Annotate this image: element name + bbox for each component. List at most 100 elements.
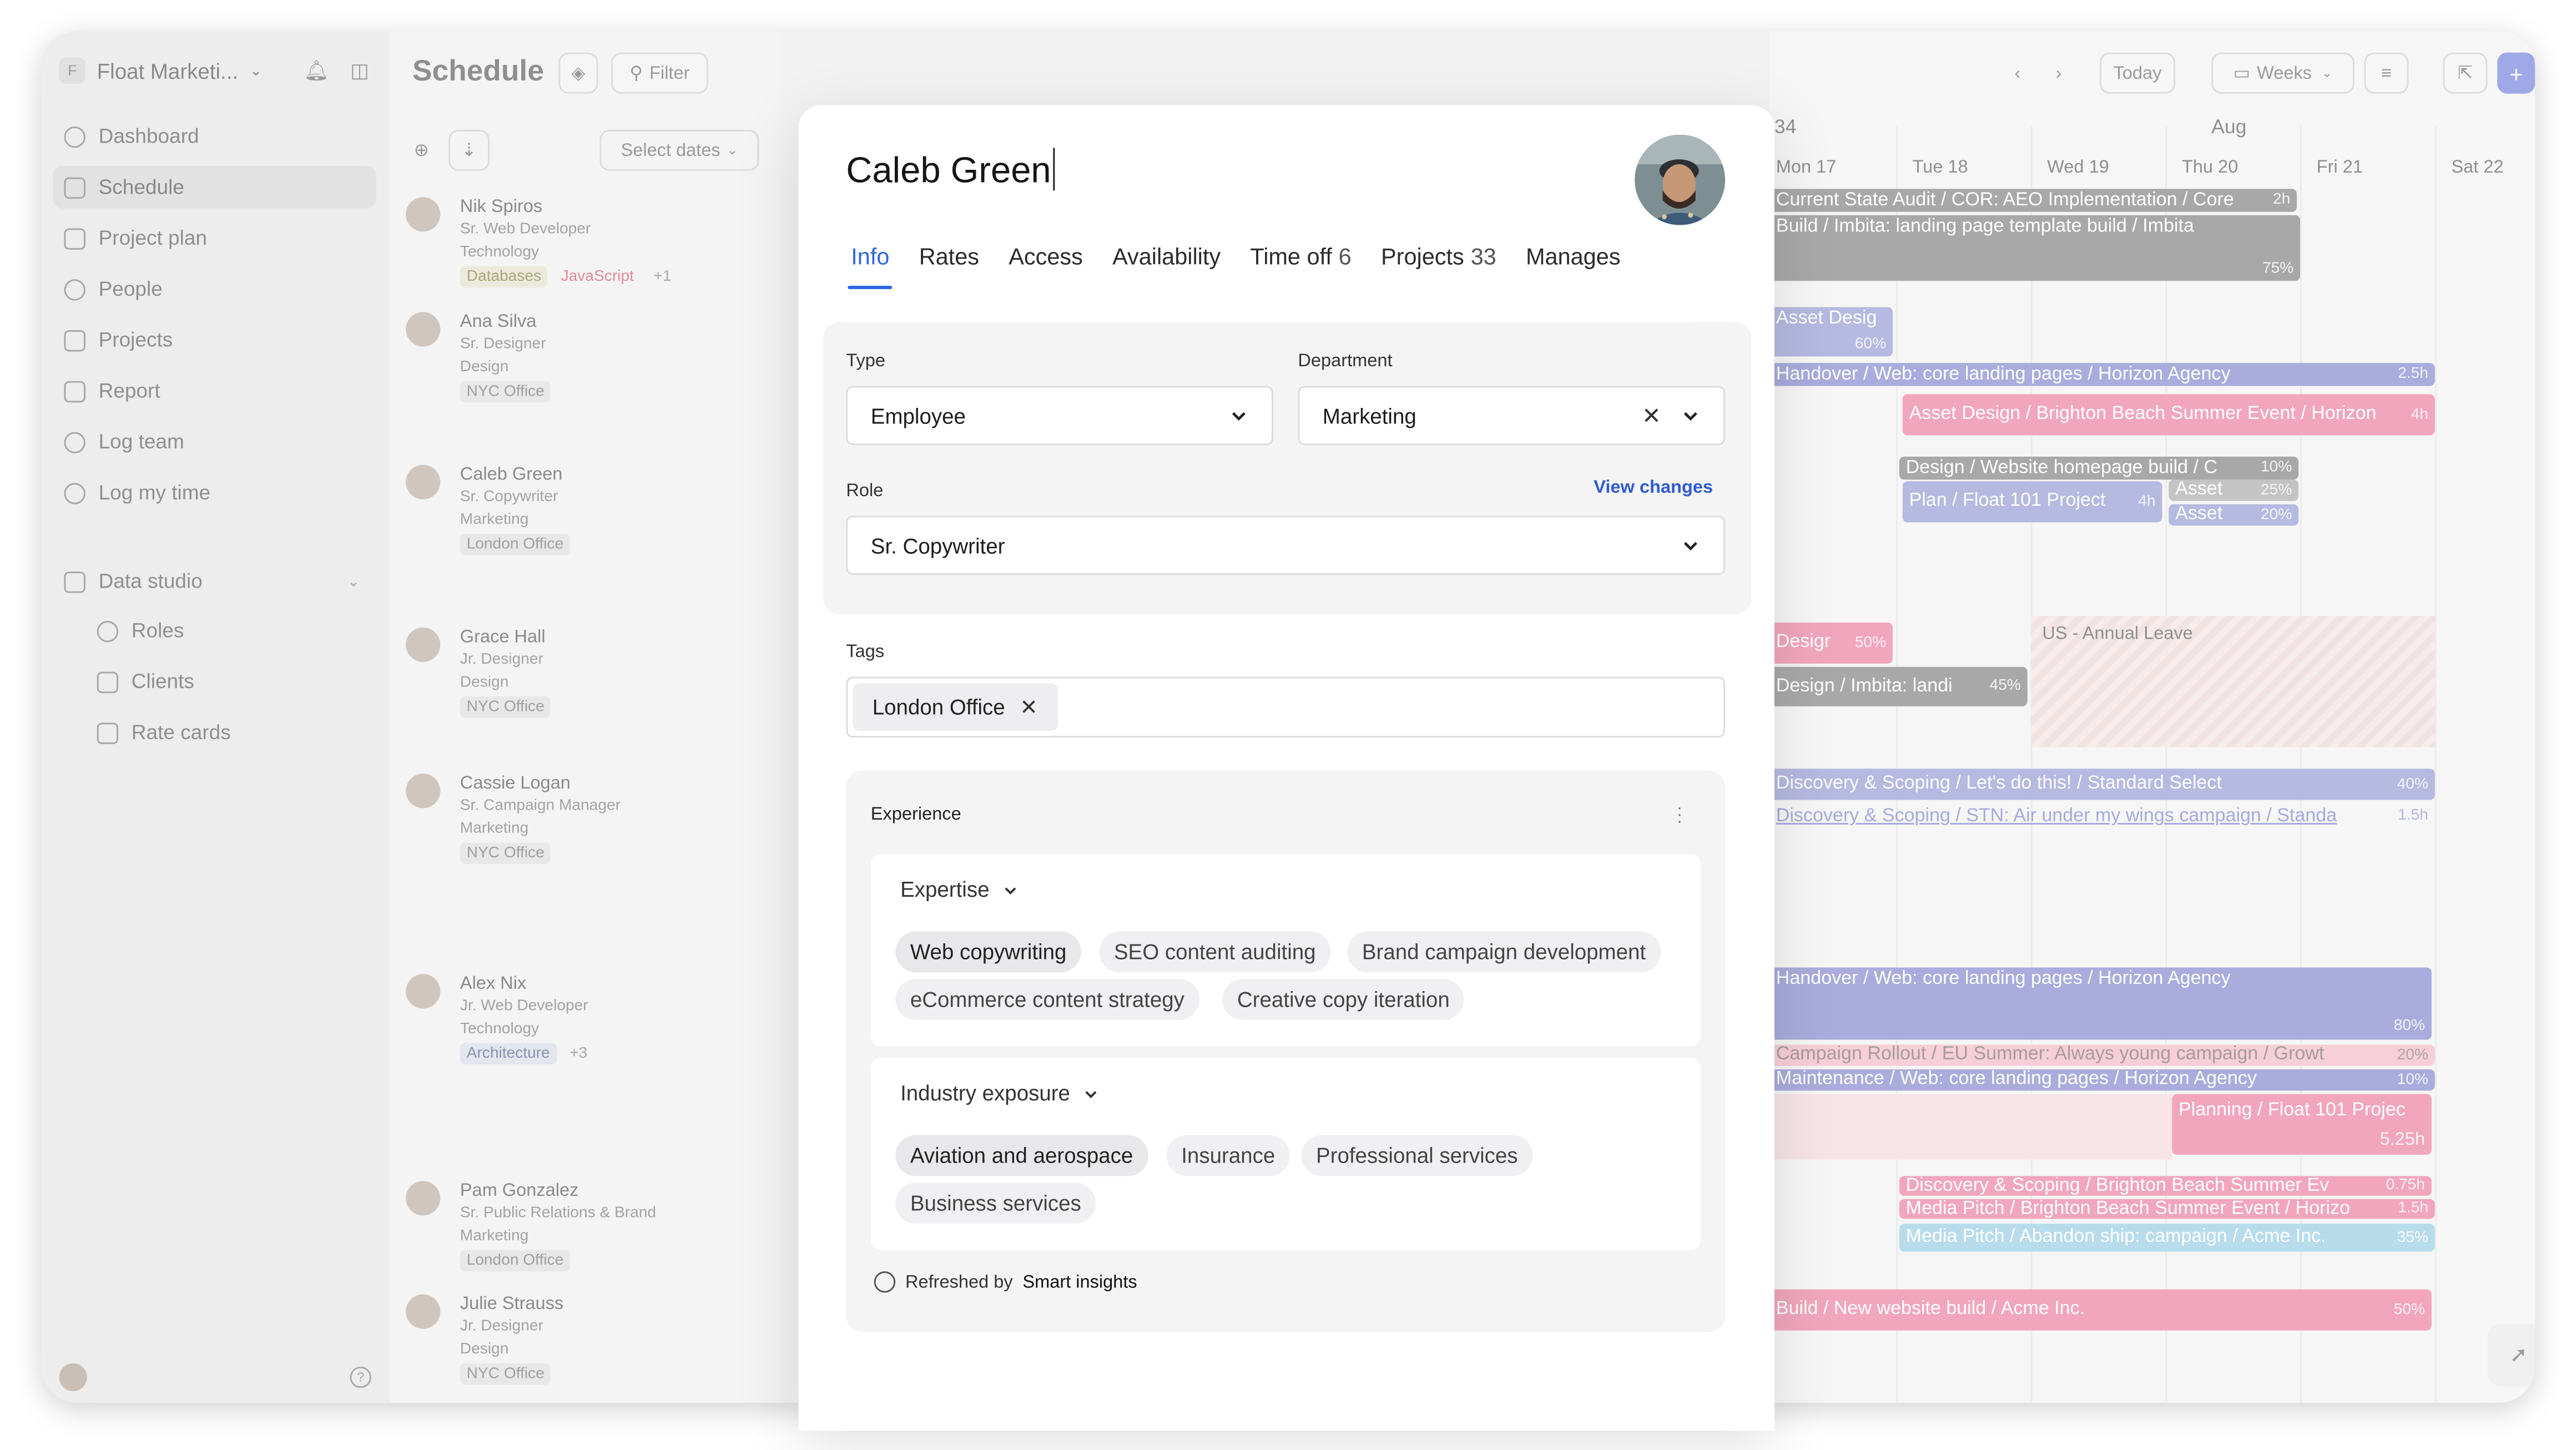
person-role: Jr. Web Developer [460,997,588,1015]
select-dates-button[interactable]: Select dates ⌄ [599,129,759,171]
nav-item-log-my-time[interactable]: Log my time [53,472,376,514]
allocation-bar[interactable]: Asset Desig 60% [1769,307,1893,357]
industry-pill: Professional services [1301,1135,1533,1176]
tab-availability[interactable]: Availability [1112,243,1221,289]
tab-rates[interactable]: Rates [919,243,979,289]
allocation-bar[interactable]: Campaign Rollout / EU Summer: Always you… [1769,1044,2435,1067]
cursor-icon: ➚ [2509,1342,2528,1367]
department-label: Department [1298,351,1393,371]
user-avatar[interactable] [59,1363,87,1392]
tab-access[interactable]: Access [1009,243,1083,289]
view-changes-link[interactable]: View changes [1594,478,1713,498]
person-role: Sr. Public Relations & Brand [460,1204,657,1222]
nav-label: Roles [131,619,184,643]
allocation-bar[interactable]: Current State Audit / COR: AEO Implement… [1769,189,2297,212]
dashboard-icon [64,125,85,147]
nav-item-rate-cards[interactable]: Rate cards [53,711,376,754]
search-icon: ⚲ [629,64,643,84]
allocation-bar[interactable]: Maintenance / Web: core landing pages / … [1769,1069,2435,1091]
allocation-bar[interactable]: Discovery & Scoping / STN: Air under my … [1770,805,2435,827]
allocation-bar[interactable]: Asset 20% [2169,504,2299,526]
allocation-bar[interactable]: Handover / Web: core landing pages / Hor… [1769,967,2432,1040]
allocation-bar[interactable]: Media Pitch / Brighton Beach Summer Even… [1899,1199,2435,1219]
nav-item-clients[interactable]: Clients [53,660,376,703]
expertise-label: Expertise [900,877,990,902]
next-week-button[interactable]: › [2047,53,2070,94]
expertise-toggle[interactable]: Expertise [900,877,1019,902]
sidebar-toggle-icon[interactable]: ◫ [350,59,369,82]
chevron-down-icon: ⌄ [727,143,738,158]
export-button[interactable]: ⇱ [2443,52,2488,94]
allocation-bar[interactable]: Plan / Float 101 Project 4h [1902,481,2162,523]
industry-toggle[interactable]: Industry exposure [900,1081,1100,1105]
bar-value: 10% [2260,458,2292,477]
nav-item-data-studio[interactable]: Data studio ⌄ [53,560,376,603]
expertise-pill: Brand campaign development [1347,931,1661,973]
layers-button[interactable]: ◈ [558,52,598,94]
nav-item-projects[interactable]: Projects [53,319,376,361]
allocation-bar[interactable]: Planning / Float 101 Projec 5.25h [2172,1094,2432,1155]
nav-item-dashboard[interactable]: Dashboard [53,115,376,158]
pointer-mode-button[interactable]: ➚ [2487,1323,2535,1387]
chevron-down-icon [1232,412,1246,421]
page-title: Schedule [412,54,544,87]
avatar [406,197,441,232]
avatar[interactable] [1635,134,1725,225]
allocation-bar[interactable]: Handover / Web: core landing pages / Hor… [1769,363,2435,386]
bar-value: 50% [2393,1301,2425,1319]
nav-item-log-team[interactable]: Log team [53,421,376,463]
allocation-bar[interactable]: Build / New website build / Acme Inc. 50% [1769,1289,2432,1331]
bell-icon[interactable]: 🔔︎ [304,59,329,82]
role-select[interactable]: Sr. Copywriter [846,516,1725,575]
nav-item-project-plan[interactable]: Project plan [53,217,376,260]
today-button[interactable]: Today [2099,52,2176,94]
allocation-bar[interactable]: Asset Design / Brighton Beach Summer Eve… [1902,394,2435,436]
person-department: Technology [460,243,540,261]
tab-manages[interactable]: Manages [1526,243,1620,289]
allocation-bar[interactable]: Build / Imbita: landing page template bu… [1769,215,2300,281]
help-icon[interactable]: ? [350,1366,371,1388]
allocation-bar[interactable]: Design / Imbita: landi 45% [1769,666,2028,706]
filter-button[interactable]: ⚲ Filter [611,52,708,94]
tag: NYC Office [460,842,551,864]
workspace-switcher[interactable]: F Float Marketi... ⌄ [59,57,262,84]
clear-icon[interactable]: ✕ [1642,402,1661,430]
nav-item-people[interactable]: People [53,267,376,310]
person-name: Alex Nix [460,974,527,994]
add-button[interactable]: + [2497,52,2535,94]
bar-label: Media Pitch / Abandon ship: campaign / A… [1905,1227,2326,1247]
tags-input[interactable]: London Office ✕ [846,676,1725,738]
allocation-bar[interactable]: Discovery & Scoping / Let's do this! / S… [1769,769,2435,800]
allocation-bar[interactable]: Design / Website homepage build / C 10% [1899,456,2299,480]
allocation-bar[interactable]: Media Pitch / Abandon ship: campaign / A… [1899,1224,2435,1252]
person-name-input[interactable]: Caleb Green [846,148,1055,192]
allocation-bar[interactable]: Desigr 50% [1769,622,1893,664]
settings-button[interactable]: ≡ [2364,52,2409,94]
bar-value: 75% [2262,259,2294,278]
log-team-icon [64,431,85,453]
tab-count: 6 [1338,243,1352,270]
more-options-icon[interactable]: · · · [1677,801,1682,830]
type-select[interactable]: Employee [846,386,1273,446]
tab-info[interactable]: Info [848,243,894,289]
expertise-pill: eCommerce content strategy [895,979,1199,1020]
nav-item-schedule[interactable]: Schedule [52,165,376,209]
bar-value: 80% [2393,1017,2425,1035]
refreshed-prefix: Refreshed by [905,1272,1013,1292]
view-label: Weeks [2256,63,2312,83]
allocation-bar[interactable]: Discovery & Scoping / Brighton Beach Sum… [1899,1176,2432,1196]
person-name: Julie Strauss [460,1294,564,1314]
department-select[interactable]: Marketing ✕ [1298,386,1725,446]
tab-projects[interactable]: Projects 33 [1381,243,1496,289]
add-person-button[interactable]: ⊕ [401,130,442,171]
prev-week-button[interactable]: ‹ [2006,53,2029,94]
remove-tag-icon[interactable]: ✕ [1020,694,1037,720]
view-select[interactable]: ▭ Weeks ⌄ [2211,52,2355,94]
bar-value: 2h [2272,190,2291,209]
nav-item-roles[interactable]: Roles [53,609,376,652]
tab-time-off[interactable]: Time off 6 [1250,243,1351,289]
allocation-bar[interactable]: Asset 25% [2169,479,2299,501]
bar-value: 35% [2397,1229,2428,1247]
nav-item-report[interactable]: Report [53,370,376,412]
sort-button[interactable]: ⇣ [448,129,490,171]
